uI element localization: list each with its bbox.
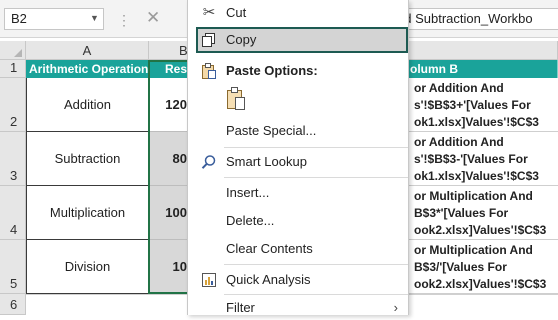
formula-line: ok1.xlsx]Values'!$C$3 bbox=[414, 169, 539, 183]
cell-formula-division[interactable]: or Multiplication And B$3/'[Values For o… bbox=[408, 240, 558, 294]
select-all-corner[interactable] bbox=[0, 41, 26, 60]
row-header-1[interactable]: 1 bbox=[0, 60, 26, 78]
menu-item-delete[interactable]: Delete... bbox=[188, 209, 408, 233]
formula-line: ook2.xlsx]Values'!$C$3 bbox=[414, 223, 547, 237]
menu-item-cut[interactable]: ✂ Cut bbox=[188, 1, 408, 25]
cell-formula-multiplication[interactable]: or Multiplication And B$3*'[Values For o… bbox=[408, 186, 558, 240]
formula-line: B$3/'[Values For bbox=[414, 260, 507, 274]
menu-item-smart-lookup[interactable]: Smart Lookup bbox=[188, 150, 408, 174]
menu-item-smart-lookup-label: Smart Lookup bbox=[226, 154, 307, 169]
formula-line: or Addition And bbox=[414, 81, 504, 95]
chevron-down-icon[interactable]: ▼ bbox=[90, 13, 99, 23]
formula-line: ok1.xlsx]Values'!$C$3 bbox=[414, 115, 539, 129]
cell-operation-multiplication[interactable]: Multiplication bbox=[26, 186, 149, 240]
menu-separator bbox=[224, 264, 408, 265]
menu-item-cut-label: Cut bbox=[226, 5, 247, 20]
search-icon bbox=[200, 150, 218, 174]
menu-item-insert-label: Insert... bbox=[226, 185, 270, 200]
select-all-triangle-icon bbox=[14, 49, 22, 57]
cell-formula-subtraction[interactable]: or Addition And s'!$B$3-'[Values For ok1… bbox=[408, 132, 558, 186]
formula-line: s'!$B$3+'[Values For bbox=[414, 98, 531, 112]
menu-item-delete-label: Delete... bbox=[226, 213, 275, 228]
menu-item-quick-analysis-label: Quick Analysis bbox=[226, 272, 311, 287]
menu-item-quick-analysis[interactable]: Quick Analysis bbox=[188, 268, 408, 292]
column-header-a[interactable]: A bbox=[26, 41, 149, 60]
header-cell-column-b[interactable]: olumn B bbox=[408, 60, 558, 78]
formula-line: or Multiplication And bbox=[414, 189, 533, 203]
menu-item-paste-special[interactable]: Paste Special... bbox=[188, 119, 408, 143]
cell-operation-addition[interactable]: Addition bbox=[26, 78, 149, 132]
formula-line: B$3*'[Values For bbox=[414, 206, 509, 220]
context-menu: ✂ Cut Copy Paste Options: Paste Special.… bbox=[187, 0, 409, 315]
cancel-icon[interactable]: ✕ bbox=[146, 8, 160, 28]
menu-separator bbox=[224, 177, 408, 178]
chevron-right-icon: › bbox=[393, 300, 398, 315]
paste-option-clipboard-icon[interactable] bbox=[226, 86, 246, 114]
selection-border bbox=[148, 60, 190, 294]
column-header-b[interactable]: B bbox=[149, 41, 189, 60]
menu-item-filter[interactable]: Filter › bbox=[188, 296, 408, 320]
menu-item-clear-contents-label: Clear Contents bbox=[226, 241, 313, 256]
column-header-right[interactable] bbox=[408, 41, 558, 60]
menu-item-filter-label: Filter bbox=[226, 300, 255, 315]
menu-item-insert[interactable]: Insert... bbox=[188, 181, 408, 205]
formula-line: or Addition And bbox=[414, 135, 504, 149]
menu-separator bbox=[224, 147, 408, 148]
cell-operation-subtraction[interactable]: Subtraction bbox=[26, 132, 149, 186]
cell-formula-addition[interactable]: or Addition And s'!$B$3+'[Values For ok1… bbox=[408, 78, 558, 132]
paste-options-heading: Paste Options: bbox=[188, 59, 408, 83]
menu-item-paste-special-label: Paste Special... bbox=[226, 123, 317, 138]
row-header-3[interactable]: 3 bbox=[0, 132, 26, 186]
formula-input[interactable]: nd Subtraction_Workbo bbox=[390, 8, 558, 30]
row-header-4[interactable]: 4 bbox=[0, 186, 26, 240]
clipboard-icon bbox=[200, 59, 218, 83]
name-box[interactable]: B2 bbox=[4, 8, 104, 30]
formula-line: s'!$B$3-'[Values For bbox=[414, 152, 528, 166]
formula-line: ook2.xlsx]Values'!$C$3 bbox=[414, 277, 547, 291]
quick-analysis-icon bbox=[200, 268, 218, 292]
scissors-icon: ✂ bbox=[202, 4, 216, 21]
header-cell-arithmetic-operation[interactable]: Arithmetic Operation bbox=[26, 60, 149, 78]
menu-item-copy-label: Copy bbox=[226, 32, 257, 47]
formula-line: or Multiplication And bbox=[414, 243, 533, 257]
row-header-6[interactable]: 6 bbox=[0, 294, 26, 315]
row-header-5[interactable]: 5 bbox=[0, 240, 26, 294]
menu-separator bbox=[224, 294, 408, 295]
cell-operation-division[interactable]: Division bbox=[26, 240, 149, 294]
copy-icon bbox=[200, 28, 218, 52]
formula-bar-separator-icon: ⋮ bbox=[117, 12, 132, 28]
menu-item-copy[interactable]: Copy bbox=[188, 28, 408, 52]
menu-item-clear-contents[interactable]: Clear Contents bbox=[188, 237, 408, 261]
row-header-2[interactable]: 2 bbox=[0, 78, 26, 132]
paste-options-label: Paste Options: bbox=[226, 63, 318, 78]
